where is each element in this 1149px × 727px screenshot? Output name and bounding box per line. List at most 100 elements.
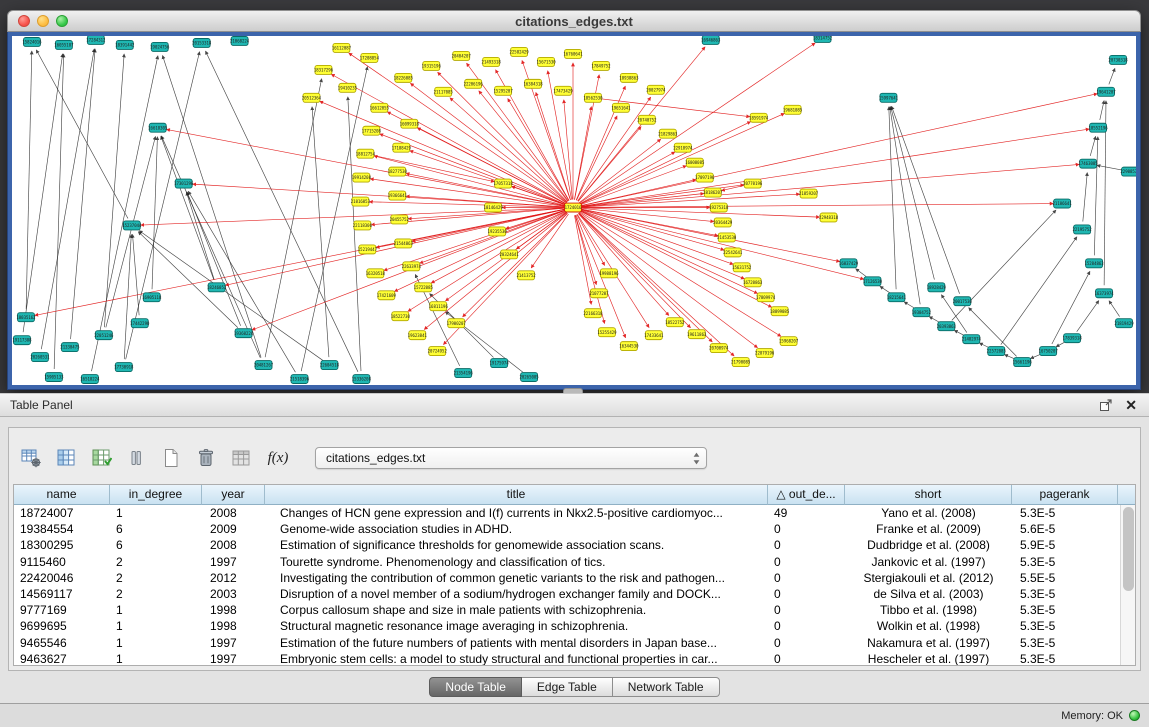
- graph-node[interactable]: 22908530: [1120, 167, 1136, 176]
- graph-node[interactable]: 17301296: [174, 179, 194, 188]
- graph-node[interactable]: 20481267: [254, 361, 274, 370]
- graph-node[interactable]: 19988196: [599, 269, 619, 278]
- hub-node[interactable]: 1724016: [565, 203, 582, 212]
- graph-node[interactable]: 22948318: [819, 213, 839, 222]
- graph-node[interactable]: 18522752: [665, 318, 685, 327]
- graph-node[interactable]: 18317296: [314, 65, 334, 74]
- graph-node[interactable]: 21077207: [589, 289, 609, 298]
- graph-node[interactable]: 22582429: [509, 47, 529, 56]
- zoom-window-button[interactable]: [56, 15, 68, 27]
- graph-node[interactable]: 19235530: [488, 227, 508, 236]
- column-header-title[interactable]: title: [265, 485, 768, 505]
- graph-node[interactable]: 22206196: [464, 79, 484, 88]
- citation-edge-black[interactable]: [1056, 342, 1065, 347]
- citation-edge-black[interactable]: [152, 137, 157, 290]
- graph-node[interactable]: 17839318: [1063, 334, 1083, 343]
- citation-edge-black[interactable]: [880, 286, 890, 293]
- graph-node[interactable]: 22879196: [755, 349, 775, 358]
- graph-node[interactable]: 20724952: [428, 347, 448, 356]
- scrollbar-thumb[interactable]: [1123, 507, 1134, 591]
- graph-node[interactable]: 17126530: [863, 277, 883, 286]
- graph-node[interactable]: 16055187: [54, 40, 74, 49]
- graph-node[interactable]: 16384318: [523, 79, 543, 88]
- column-visibility-icon[interactable]: [52, 444, 80, 472]
- table-row[interactable]: 2242004622012Investigating the contribut…: [14, 570, 1120, 586]
- citation-edge-black[interactable]: [133, 234, 140, 315]
- table-row[interactable]: 1830029562008Estimation of significance …: [14, 537, 1120, 553]
- graph-node[interactable]: 20730318: [1108, 55, 1128, 64]
- citation-edge-red[interactable]: [574, 107, 591, 200]
- graph-node[interactable]: 19315196: [422, 61, 442, 70]
- graph-node[interactable]: 20404207: [452, 51, 472, 60]
- graph-node[interactable]: 21790085: [731, 358, 751, 367]
- graph-node[interactable]: 16946863: [701, 36, 721, 44]
- graph-node[interactable]: 19914208: [352, 173, 372, 182]
- citation-edge-black[interactable]: [929, 317, 939, 323]
- citation-edge-black[interactable]: [163, 56, 262, 358]
- graph-node[interactable]: 15336208: [352, 375, 372, 384]
- graph-node[interactable]: 21482974: [962, 335, 982, 344]
- citation-edge-black[interactable]: [139, 231, 323, 361]
- column-header-short[interactable]: short: [845, 485, 1012, 505]
- graph-node[interactable]: 22118306: [353, 221, 373, 230]
- graph-node[interactable]: 20153318: [192, 38, 212, 47]
- graph-node[interactable]: 20700974: [709, 344, 729, 353]
- citation-edge-black[interactable]: [126, 52, 200, 360]
- column-header-out_degree[interactable]: △ out_de...: [768, 485, 845, 505]
- graph-node[interactable]: 17208854: [360, 53, 380, 62]
- graph-node[interactable]: 16037429: [839, 259, 859, 268]
- graph-node[interactable]: 17057318: [494, 179, 514, 188]
- delete-table-icon[interactable]: [192, 444, 220, 472]
- graph-node[interactable]: 16112087: [332, 43, 352, 52]
- table-row[interactable]: 946362711997Embryonic stem cells: a mode…: [14, 651, 1120, 665]
- new-table-icon[interactable]: [157, 444, 185, 472]
- graph-node[interactable]: 22051246: [94, 331, 114, 340]
- graph-node[interactable]: 22918974: [673, 143, 693, 152]
- citation-edge-black[interactable]: [1052, 271, 1090, 344]
- graph-node[interactable]: 20393863: [937, 322, 957, 331]
- citation-edge-red[interactable]: [581, 129, 1089, 206]
- column-header-in_degree[interactable]: in_degree: [110, 485, 202, 505]
- graph-node[interactable]: 18899085: [770, 307, 790, 316]
- column-header-pagerank[interactable]: pagerank: [1012, 485, 1118, 505]
- graph-node[interactable]: 22572085: [987, 347, 1007, 356]
- graph-node[interactable]: 17442290: [130, 319, 150, 328]
- graph-node[interactable]: 19360224: [234, 329, 254, 338]
- graph-node[interactable]: 19651641: [611, 103, 631, 112]
- graph-node[interactable]: 18928429: [927, 283, 947, 292]
- table-row[interactable]: 911546021997Tourette syndrome. Phenomeno…: [14, 554, 1120, 570]
- graph-node[interactable]: 21829863: [658, 129, 678, 138]
- graph-node[interactable]: 21068224: [230, 36, 250, 45]
- graph-node[interactable]: 22633974: [402, 262, 422, 271]
- graph-node[interactable]: 15997641: [879, 93, 899, 102]
- graph-node[interactable]: 19410235: [338, 83, 358, 92]
- graph-node[interactable]: 20770196: [743, 179, 763, 188]
- graph-node[interactable]: 19275318: [709, 203, 729, 212]
- citation-edge-black[interactable]: [206, 51, 358, 372]
- citation-edge-red[interactable]: [575, 215, 604, 323]
- citation-edge-black[interactable]: [138, 232, 238, 328]
- citation-edge-red[interactable]: [581, 204, 1053, 208]
- citation-edge-black[interactable]: [71, 49, 96, 339]
- graph-node[interactable]: 16518224: [80, 375, 100, 384]
- graph-node[interactable]: 18146429: [484, 203, 504, 212]
- combo-stepper-icon[interactable]: [692, 451, 701, 466]
- graph-node[interactable]: 19681085: [783, 105, 803, 114]
- graph-node[interactable]: 18277530: [388, 167, 408, 176]
- table-selector-combo[interactable]: citations_edges.txt: [315, 447, 707, 469]
- citation-edge-black[interactable]: [348, 97, 361, 371]
- graph-node[interactable]: 17473429: [553, 86, 573, 95]
- citation-edge-black[interactable]: [1094, 137, 1097, 256]
- column-header-name[interactable]: name: [14, 485, 110, 505]
- citation-edge-black[interactable]: [1090, 136, 1095, 156]
- citation-edge-red[interactable]: [412, 209, 565, 241]
- graph-node[interactable]: 21453530: [717, 233, 737, 242]
- graph-node[interactable]: 17730918: [114, 363, 134, 372]
- table-row[interactable]: 977716911998Corpus callosum shape and si…: [14, 602, 1120, 618]
- graph-node[interactable]: 19623841: [408, 331, 428, 340]
- close-window-button[interactable]: [18, 15, 30, 27]
- window-titlebar[interactable]: citations_edges.txt: [7, 10, 1141, 32]
- graph-node[interactable]: 15219447: [358, 245, 378, 254]
- network-canvas[interactable]: 1582401616055187172843121839144219024756…: [12, 36, 1136, 385]
- graph-node[interactable]: 21330475: [60, 343, 80, 352]
